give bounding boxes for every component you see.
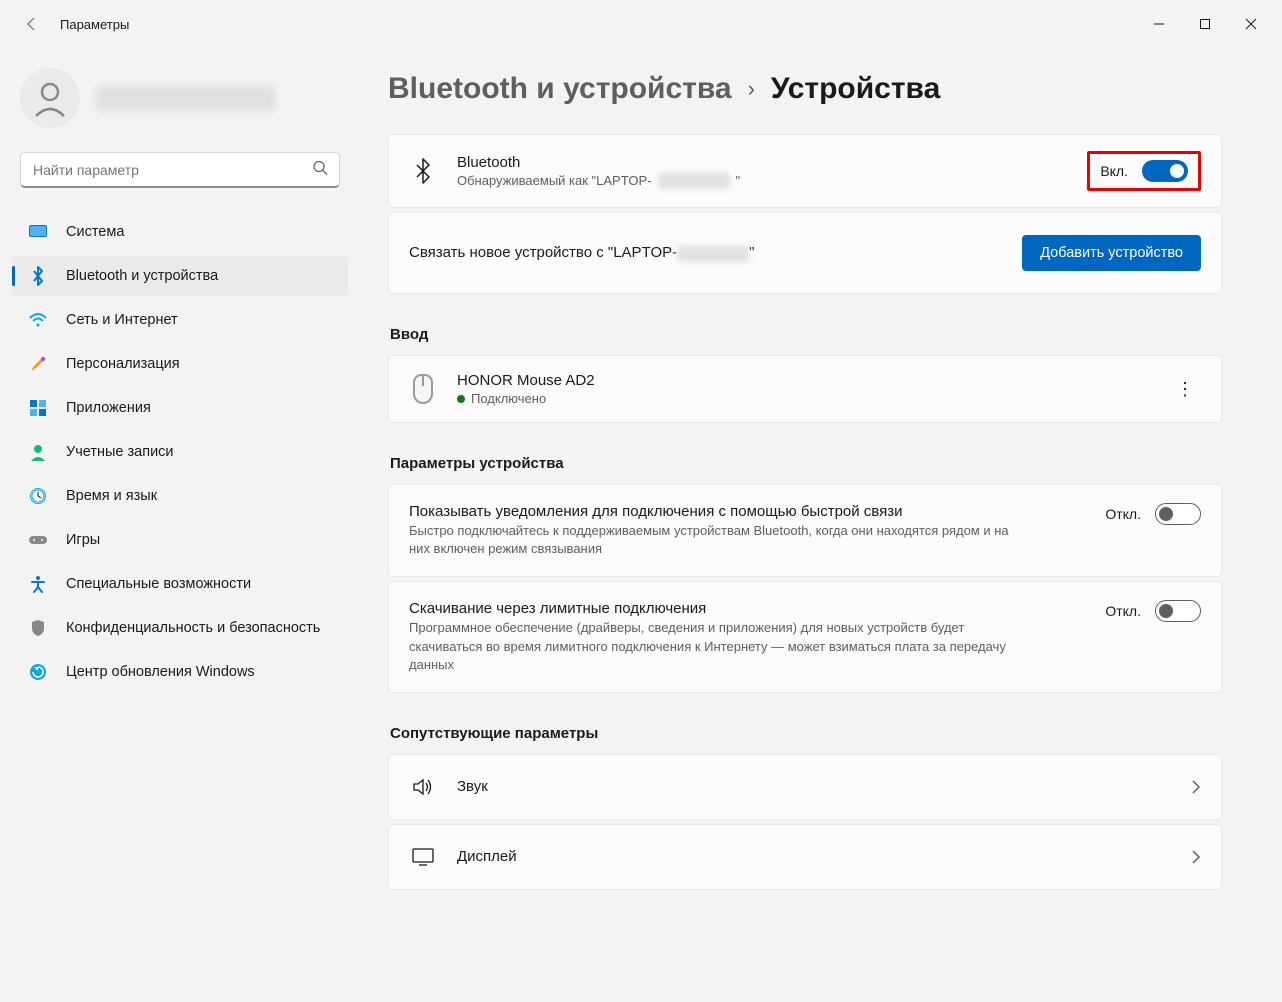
sidebar-item-gaming[interactable]: Игры — [12, 520, 348, 560]
fast-pair-toggle[interactable] — [1155, 503, 1201, 525]
sidebar-item-label: Bluetooth и устройства — [66, 268, 218, 284]
section-input: Ввод — [390, 326, 1222, 343]
sidebar-item-label: Приложения — [66, 400, 151, 416]
monitor-icon — [28, 222, 48, 242]
sidebar-item-label: Игры — [66, 532, 100, 548]
bluetooth-toggle-highlight: Вкл. — [1087, 151, 1201, 191]
bluetooth-subtitle: Обнаруживаемый как "LAPTOP-" — [457, 173, 1087, 189]
sidebar-item-accounts[interactable]: Учетные записи — [12, 432, 348, 472]
sidebar-item-apps[interactable]: Приложения — [12, 388, 348, 428]
setting-subtitle: Быстро подключайтесь к поддерживаемым ус… — [409, 522, 1009, 558]
display-icon — [409, 847, 437, 867]
app-title: Параметры — [60, 17, 129, 32]
status-dot-icon — [457, 395, 465, 403]
sidebar-item-network[interactable]: Сеть и Интернет — [12, 300, 348, 340]
gamepad-icon — [28, 530, 48, 550]
device-name-redacted — [658, 173, 730, 189]
speaker-icon — [409, 777, 437, 797]
sidebar-item-label: Система — [66, 224, 124, 240]
avatar — [20, 68, 80, 128]
bluetooth-icon — [409, 158, 437, 184]
close-button[interactable] — [1228, 8, 1274, 40]
chevron-right-icon: › — [748, 76, 755, 102]
related-sound[interactable]: Звук — [388, 754, 1222, 820]
sidebar-item-personalization[interactable]: Персонализация — [12, 344, 348, 384]
paintbrush-icon — [28, 354, 48, 374]
chevron-right-icon — [1191, 849, 1201, 865]
maximize-button[interactable] — [1182, 8, 1228, 40]
breadcrumb: Bluetooth и устройства › Устройства — [388, 72, 1222, 106]
sidebar-item-label: Время и язык — [66, 488, 157, 504]
search-icon — [312, 160, 328, 181]
sidebar: Система Bluetooth и устройства Сеть и Ин… — [0, 48, 360, 1002]
add-device-button[interactable]: Добавить устройство — [1022, 235, 1201, 271]
accessibility-icon — [28, 574, 48, 594]
shield-icon — [28, 618, 48, 638]
metered-toggle[interactable] — [1155, 600, 1201, 622]
pair-text: Связать новое устройство с "LAPTOP-" — [409, 244, 1022, 261]
person-icon — [28, 442, 48, 462]
apps-icon — [28, 398, 48, 418]
bluetooth-icon — [28, 266, 48, 286]
device-name: HONOR Mouse AD2 — [457, 372, 1169, 389]
sidebar-item-time-language[interactable]: Время и язык — [12, 476, 348, 516]
breadcrumb-parent[interactable]: Bluetooth и устройства — [388, 72, 732, 106]
setting-metered: Скачивание через лимитные подключения Пр… — [388, 581, 1222, 693]
related-label: Звук — [457, 778, 1191, 795]
sidebar-item-bluetooth[interactable]: Bluetooth и устройства — [12, 256, 348, 296]
device-name-redacted — [677, 246, 749, 262]
bluetooth-card: Bluetooth Обнаруживаемый как "LAPTOP-" В… — [388, 134, 1222, 208]
section-device-settings: Параметры устройства — [390, 455, 1222, 472]
sidebar-item-label: Учетные записи — [66, 444, 174, 460]
sidebar-item-label: Сеть и Интернет — [66, 312, 178, 328]
related-label: Дисплей — [457, 848, 1191, 865]
related-display[interactable]: Дисплей — [388, 824, 1222, 890]
setting-title: Скачивание через лимитные подключения — [409, 600, 1105, 617]
setting-status: Откл. — [1105, 506, 1141, 522]
setting-title: Показывать уведомления для подключения с… — [409, 503, 1105, 520]
wifi-icon — [28, 310, 48, 330]
sidebar-item-label: Специальные возможности — [66, 576, 251, 592]
search-input[interactable] — [20, 152, 340, 188]
sidebar-item-system[interactable]: Система — [12, 212, 348, 252]
sidebar-item-update[interactable]: Центр обновления Windows — [12, 652, 348, 692]
setting-fast-pair: Показывать уведомления для подключения с… — [388, 484, 1222, 577]
back-button[interactable] — [20, 12, 44, 36]
username-redacted — [96, 85, 276, 111]
sidebar-item-privacy[interactable]: Конфиденциальность и безопасность — [12, 608, 348, 648]
chevron-right-icon — [1191, 779, 1201, 795]
bluetooth-title: Bluetooth — [457, 154, 1087, 171]
bluetooth-status: Вкл. — [1100, 163, 1128, 179]
device-status: Подключено — [457, 391, 1169, 406]
bluetooth-toggle[interactable] — [1142, 160, 1188, 182]
page-title: Устройства — [771, 72, 940, 106]
sidebar-item-label: Центр обновления Windows — [66, 664, 255, 680]
titlebar: Параметры — [0, 0, 1282, 48]
device-more-button[interactable]: ⋮ — [1169, 373, 1201, 405]
mouse-icon — [409, 374, 437, 404]
setting-subtitle: Программное обеспечение (драйверы, сведе… — [409, 619, 1009, 674]
update-icon — [28, 662, 48, 682]
device-card: HONOR Mouse AD2 Подключено ⋮ — [388, 355, 1222, 423]
sidebar-item-label: Конфиденциальность и безопасность — [66, 620, 320, 636]
main-content: Bluetooth и устройства › Устройства Blue… — [360, 48, 1282, 1002]
profile[interactable] — [12, 56, 348, 152]
pair-card: Связать новое устройство с "LAPTOP-" Доб… — [388, 212, 1222, 294]
sidebar-item-accessibility[interactable]: Специальные возможности — [12, 564, 348, 604]
section-related: Сопутствующие параметры — [390, 725, 1222, 742]
setting-status: Откл. — [1105, 603, 1141, 619]
sidebar-item-label: Персонализация — [66, 356, 180, 372]
minimize-button[interactable] — [1136, 8, 1182, 40]
globe-clock-icon — [28, 486, 48, 506]
